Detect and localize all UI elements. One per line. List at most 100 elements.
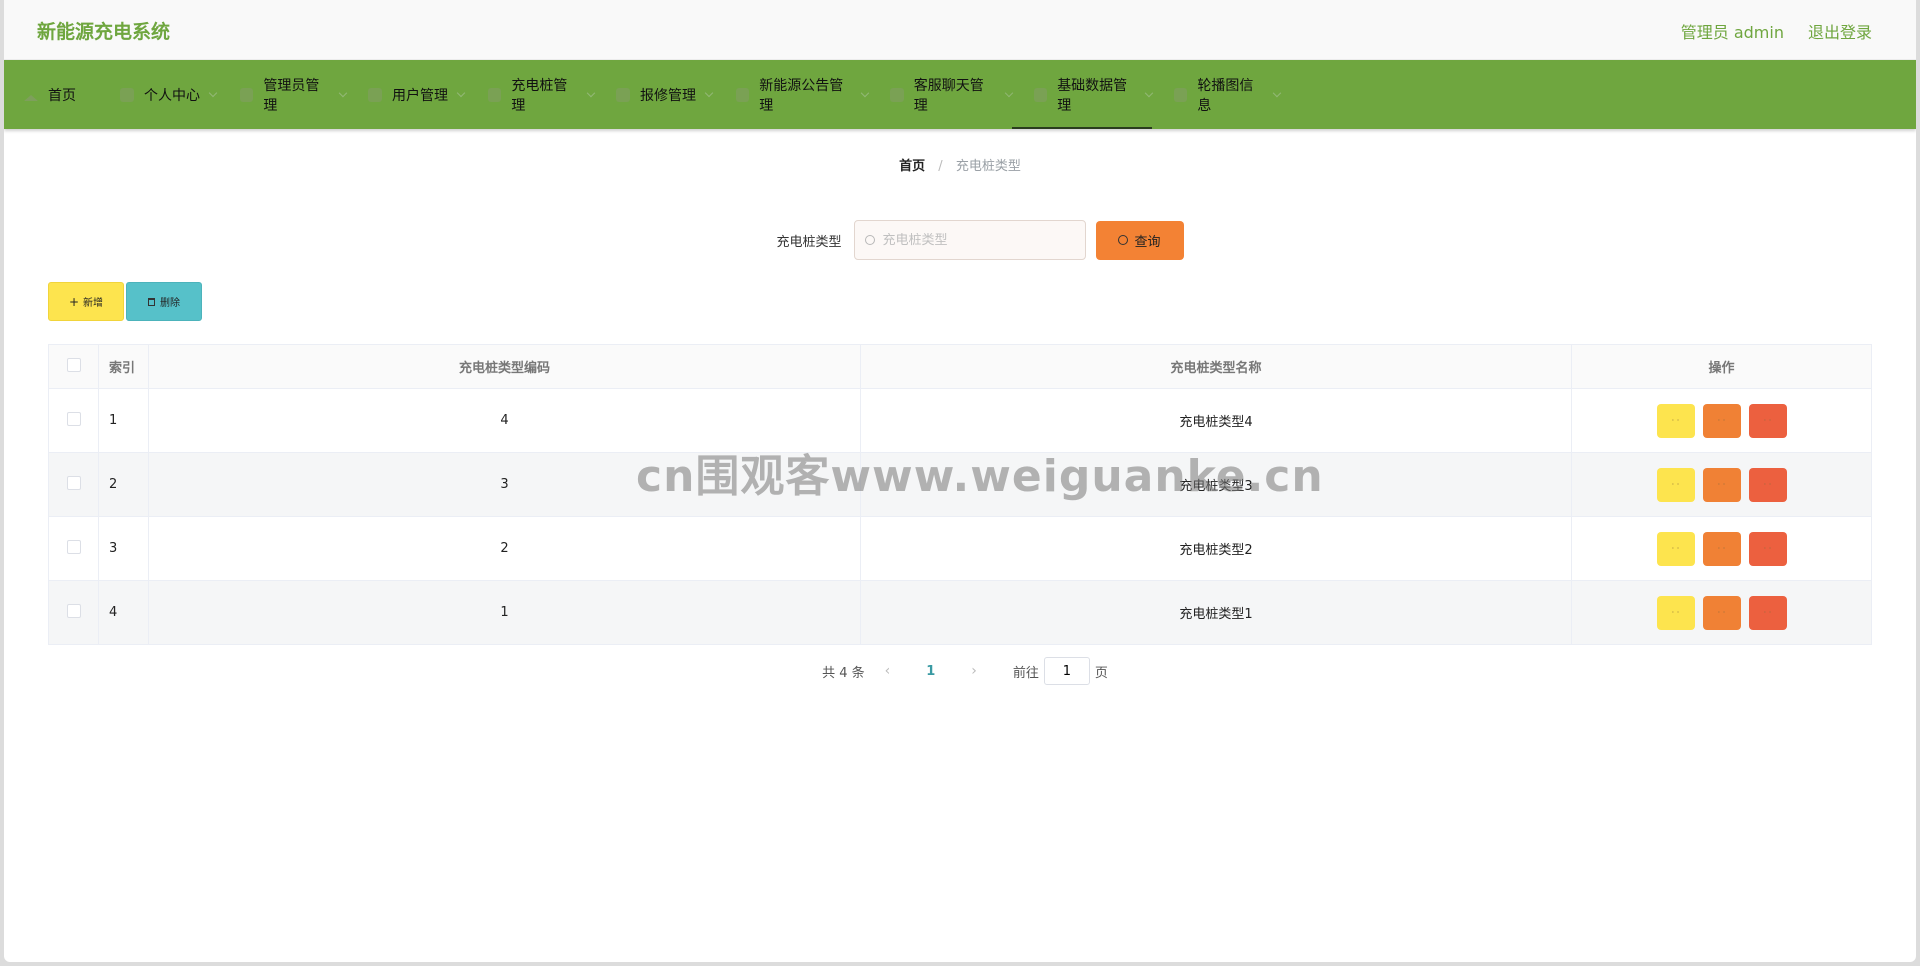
edit-button[interactable]: · · xyxy=(1702,403,1741,438)
table-row: 1 4 充电桩类型4 · · · · · · xyxy=(48,388,1872,453)
header-ops: 操作 xyxy=(1571,344,1872,389)
search-icon xyxy=(1118,235,1129,245)
nav-item-label: 报修管理 xyxy=(640,87,696,104)
data-table: 索引 充电桩类型编码 充电桩类型名称 操作 1 4 充电桩类型4 · · · · · · 2… xyxy=(48,344,1872,645)
edit-button[interactable]: · · xyxy=(1702,467,1741,502)
row-actions: · · · · · · xyxy=(1572,531,1871,566)
nav-item-label: 新能源公告管理 xyxy=(759,77,844,114)
nav-item-label: 首页 xyxy=(48,87,76,104)
edit-button[interactable]: · · xyxy=(1702,531,1741,566)
query-button[interactable]: 查询 xyxy=(1095,220,1184,260)
row-select-cell xyxy=(48,516,99,581)
admin-icon xyxy=(240,87,254,102)
cell-index: 4 xyxy=(98,580,149,645)
nav-item-5[interactable]: 报修管理 xyxy=(594,60,714,129)
cell-index: 1 xyxy=(98,388,149,453)
notice-icon xyxy=(736,87,750,102)
nav-item-7[interactable]: 客服聊天管理 xyxy=(868,60,1014,129)
cell-index: 3 xyxy=(98,516,149,581)
chevron-down-icon xyxy=(1272,88,1282,97)
view-button[interactable]: · · xyxy=(1656,595,1695,630)
nav-item-label: 充电桩管理 xyxy=(511,77,568,114)
nav-item-label: 管理员管理 xyxy=(263,77,320,114)
nav-item-label: 客服聊天管理 xyxy=(913,77,984,114)
search-field[interactable] xyxy=(853,220,1086,260)
nav-item-0[interactable]: 首页 xyxy=(24,60,98,129)
repair-icon xyxy=(616,87,630,102)
delete-button-label: 删除 xyxy=(160,298,180,309)
header-user-area: 管理员 admin 退出登录 xyxy=(1681,19,1872,43)
row-select-cell xyxy=(48,580,99,645)
cell-ops: · · · · · · xyxy=(1571,388,1872,453)
cell-code: 2 xyxy=(148,516,861,581)
goto-page-input[interactable] xyxy=(1043,657,1090,685)
prev-page-button[interactable]: ‹ xyxy=(885,663,891,679)
table-row: 3 2 充电桩类型2 · · · · · · xyxy=(48,516,1872,581)
search-form: 充电桩类型 查询 xyxy=(4,220,1916,260)
nav-item-4[interactable]: 充电桩管理 xyxy=(466,60,596,129)
view-button[interactable]: · · xyxy=(1656,403,1695,438)
cell-name: 充电桩类型1 xyxy=(860,580,1572,645)
header-name: 充电桩类型名称 xyxy=(860,344,1572,389)
row-select-cell xyxy=(48,452,99,517)
current-user-label[interactable]: 管理员 admin xyxy=(1681,19,1784,43)
chevron-down-icon xyxy=(208,88,218,97)
logout-link[interactable]: 退出登录 xyxy=(1808,19,1872,43)
row-delete-button[interactable]: · · xyxy=(1748,595,1787,630)
select-all-cell xyxy=(48,344,99,389)
cell-code: 4 xyxy=(148,388,861,453)
view-button[interactable]: · · xyxy=(1656,531,1695,566)
data-icon xyxy=(1034,87,1048,102)
nav-item-6[interactable]: 新能源公告管理 xyxy=(714,60,870,129)
view-button[interactable]: · · xyxy=(1656,467,1695,502)
nav-item-1[interactable]: 个人中心 xyxy=(98,60,218,129)
row-delete-button[interactable]: · · xyxy=(1748,403,1787,438)
nav-item-9[interactable]: 轮播图信息 xyxy=(1152,60,1282,129)
row-checkbox[interactable] xyxy=(66,475,81,490)
breadcrumb: 首页 / 充电桩类型 xyxy=(4,155,1916,174)
delete-button[interactable]: 删除 xyxy=(126,282,202,321)
select-all-checkbox[interactable] xyxy=(66,357,81,372)
nav-item-2[interactable]: 管理员管理 xyxy=(218,60,348,129)
row-delete-button[interactable]: · · xyxy=(1748,531,1787,566)
pagination: 共 4 条 ‹ 1 › 前往 页 xyxy=(4,657,1916,685)
edit-button[interactable]: · · xyxy=(1702,595,1741,630)
add-button-label: 新增 xyxy=(83,298,104,309)
row-checkbox[interactable] xyxy=(66,411,81,426)
charger-icon xyxy=(488,87,502,102)
nav-item-3[interactable]: 用户管理 xyxy=(346,60,466,129)
page-number-current[interactable]: 1 xyxy=(926,664,935,679)
main-nav-bar: 首页 个人中心 管理员管理 用户管理 充电桩管理 报修管理 新能源公告管理 客服聊天管理 基础数… xyxy=(4,60,1916,129)
cell-code: 1 xyxy=(148,580,861,645)
row-checkbox[interactable] xyxy=(66,603,81,618)
pagination-total: 共 4 条 xyxy=(822,665,865,681)
cell-code: 3 xyxy=(148,452,861,517)
search-input[interactable] xyxy=(882,232,1063,248)
breadcrumb-separator: / xyxy=(938,159,943,174)
breadcrumb-home[interactable]: 首页 xyxy=(899,159,925,174)
chevron-down-icon xyxy=(456,88,466,97)
row-checkbox[interactable] xyxy=(66,539,81,554)
row-delete-button[interactable]: · · xyxy=(1748,467,1787,502)
cell-ops: · · · · · · xyxy=(1571,516,1872,581)
action-toolbar: + 新增 删除 xyxy=(48,282,202,321)
nav-item-label: 用户管理 xyxy=(392,87,448,104)
nav-item-8[interactable]: 基础数据管理 xyxy=(1012,60,1154,129)
users-icon xyxy=(368,87,382,102)
cell-ops: · · · · · · xyxy=(1571,580,1872,645)
query-button-label: 查询 xyxy=(1134,234,1161,250)
home-icon xyxy=(24,89,38,101)
carousel-icon xyxy=(1174,87,1188,102)
table-row: 4 1 充电桩类型1 · · · · · · xyxy=(48,580,1872,645)
table-header-row: 索引 充电桩类型编码 充电桩类型名称 操作 xyxy=(48,344,1872,389)
trash-icon xyxy=(148,297,155,306)
cell-index: 2 xyxy=(98,452,149,517)
search-icon xyxy=(864,235,875,245)
chat-icon xyxy=(890,87,904,102)
next-page-button[interactable]: › xyxy=(971,663,977,679)
breadcrumb-current: 充电桩类型 xyxy=(955,159,1021,174)
cell-name: 充电桩类型2 xyxy=(860,516,1572,581)
add-button[interactable]: + 新增 xyxy=(48,282,124,321)
row-actions: · · · · · · xyxy=(1572,467,1871,502)
app-window: 新能源充电系统 管理员 admin 退出登录 首页 个人中心 管理员管理 用户管理 充电… xyxy=(4,0,1916,962)
